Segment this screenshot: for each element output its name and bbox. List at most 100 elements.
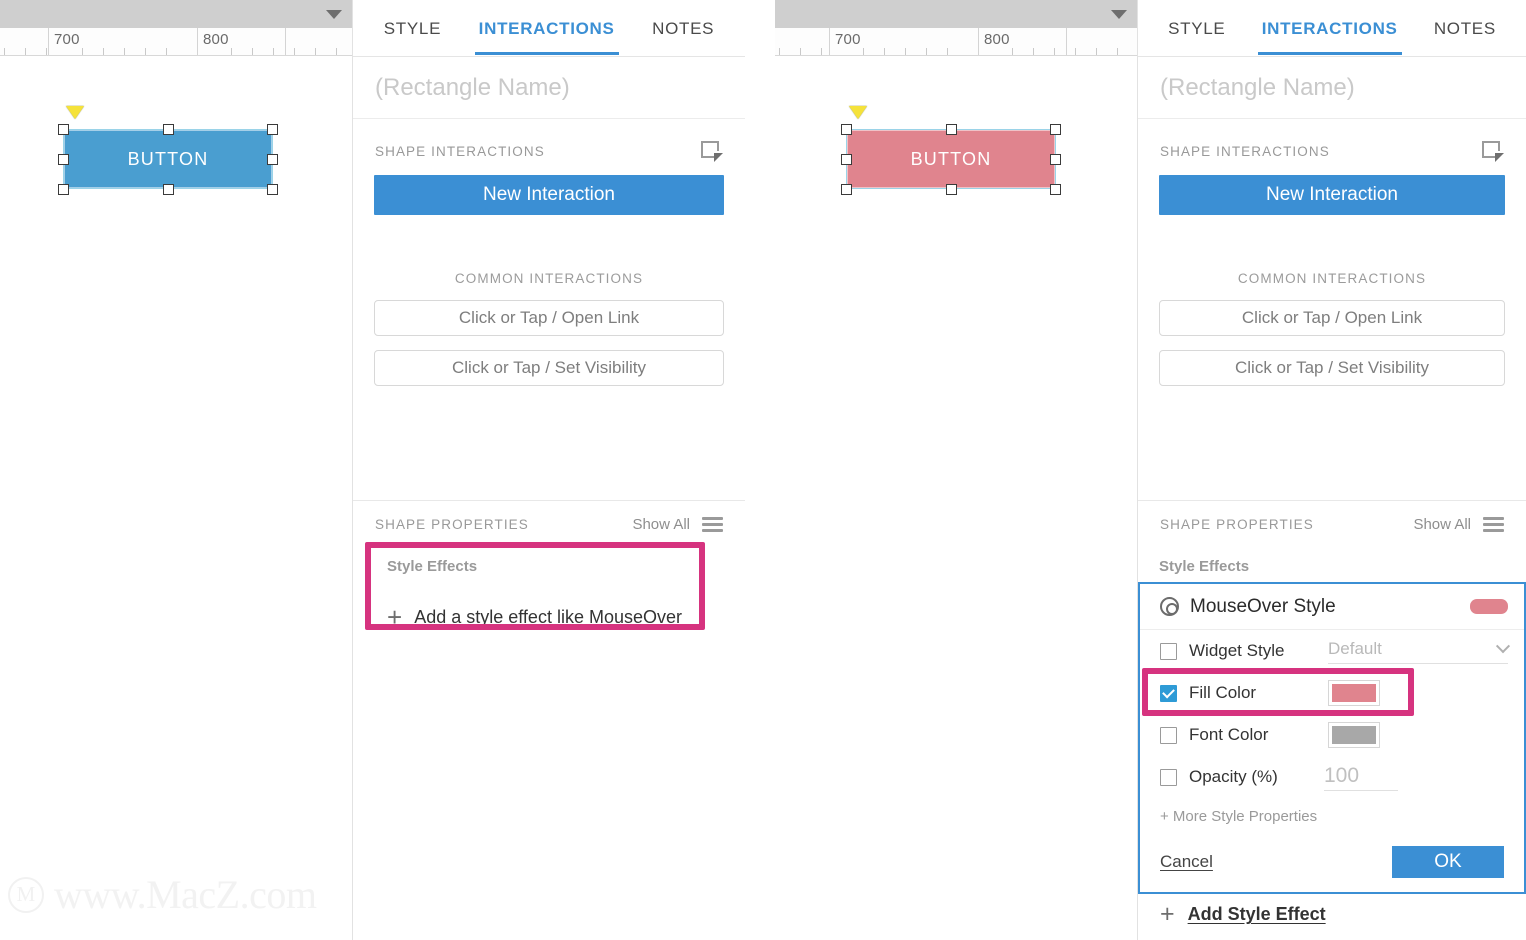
fill-color-swatch[interactable] bbox=[1328, 680, 1380, 706]
watermark-logo-icon: M bbox=[8, 876, 44, 913]
resize-handle-s[interactable] bbox=[946, 184, 957, 195]
common-interaction-open-link[interactable]: Click or Tap / Open Link bbox=[374, 300, 724, 336]
add-style-effect-label: Add Style Effect bbox=[1187, 904, 1326, 924]
resize-handle-w[interactable] bbox=[58, 154, 69, 165]
tab-interactions[interactable]: INTERACTIONS bbox=[1257, 3, 1402, 55]
ok-button[interactable]: OK bbox=[1392, 846, 1504, 878]
shape-name-placeholder: (Rectangle Name) bbox=[1160, 73, 1355, 101]
plus-icon: + bbox=[387, 602, 403, 632]
resize-handle-w[interactable] bbox=[841, 154, 852, 165]
style-effects-label: Style Effects bbox=[387, 558, 478, 575]
target-icon bbox=[1160, 597, 1179, 616]
selected-shape-left[interactable]: BUTTON bbox=[58, 106, 278, 195]
canvas-mouseover-state: 700 800 BUTTON bbox=[775, 0, 1137, 940]
tab-style[interactable]: STYLE bbox=[380, 3, 445, 54]
tab-interactions[interactable]: INTERACTIONS bbox=[474, 3, 619, 55]
chevron-down-icon[interactable] bbox=[326, 10, 342, 19]
opacity-input[interactable]: 100 bbox=[1324, 764, 1398, 791]
mouseover-style-dialog: MouseOver Style Widget Style Default Fil… bbox=[1138, 582, 1526, 894]
shape-interactions-header-left: SHAPE INTERACTIONS bbox=[353, 119, 745, 162]
common-interaction-set-visibility[interactable]: Click or Tap / Set Visibility bbox=[1159, 350, 1505, 386]
shape-properties-header-left: SHAPE PROPERTIES Show All bbox=[353, 500, 745, 533]
resize-handle-s[interactable] bbox=[163, 184, 174, 195]
widget-style-dropdown[interactable]: Default bbox=[1328, 638, 1511, 664]
row-font-color: Font Color bbox=[1140, 714, 1524, 756]
resize-handle-sw[interactable] bbox=[841, 184, 852, 195]
add-style-effect-link-label: Add a style effect like MouseOver bbox=[414, 606, 682, 627]
row-opacity: Opacity (%) 100 bbox=[1140, 756, 1524, 798]
style-effects-label-right: Style Effects bbox=[1159, 558, 1250, 575]
plus-icon: + bbox=[1160, 900, 1175, 928]
shape-name-input-left[interactable]: (Rectangle Name) bbox=[353, 57, 745, 119]
widget-style-checkbox[interactable] bbox=[1160, 642, 1177, 660]
add-style-effect-link-right[interactable]: + Add Style Effect bbox=[1160, 902, 1326, 927]
panel-tabs-left: STYLE INTERACTIONS NOTES bbox=[353, 0, 745, 57]
canvas-titlebar-right bbox=[775, 0, 1137, 28]
resize-handle-nw[interactable] bbox=[841, 124, 852, 135]
shape-properties-title: SHAPE PROPERTIES bbox=[375, 517, 529, 532]
rotation-marker-icon[interactable] bbox=[849, 106, 867, 119]
tab-style[interactable]: STYLE bbox=[1164, 3, 1229, 54]
ruler-label-800: 800 bbox=[984, 31, 1010, 48]
horizontal-ruler-right: 700 800 bbox=[775, 28, 1137, 56]
common-interaction-set-visibility[interactable]: Click or Tap / Set Visibility bbox=[374, 350, 724, 386]
new-interaction-button[interactable]: New Interaction bbox=[1159, 175, 1505, 215]
opacity-checkbox[interactable] bbox=[1160, 768, 1177, 786]
ruler-label-800: 800 bbox=[203, 31, 229, 48]
resize-handle-ne[interactable] bbox=[1050, 124, 1061, 135]
ruler-label-700: 700 bbox=[835, 31, 861, 48]
hamburger-menu-icon[interactable] bbox=[1483, 517, 1504, 532]
resize-handle-sw[interactable] bbox=[58, 184, 69, 195]
button-shape-mouseover[interactable]: BUTTON bbox=[846, 129, 1056, 189]
select-target-icon[interactable] bbox=[1482, 141, 1504, 162]
shape-interactions-title: SHAPE INTERACTIONS bbox=[1160, 143, 1330, 159]
shape-interactions-header-right: SHAPE INTERACTIONS bbox=[1138, 119, 1526, 162]
common-interactions-title: COMMON INTERACTIONS bbox=[1237, 271, 1427, 286]
resize-handle-se[interactable] bbox=[267, 184, 278, 195]
row-fill-color: Fill Color bbox=[1140, 668, 1524, 716]
widget-style-label: Widget Style bbox=[1189, 641, 1285, 660]
canvas-default-state: 700 800 BUTTON M www.MacZ.com bbox=[0, 0, 352, 940]
mouseover-style-header[interactable]: MouseOver Style bbox=[1140, 584, 1524, 630]
common-interactions-title: COMMON INTERACTIONS bbox=[454, 271, 644, 286]
style-effects-block-left: Style Effects + Add a style effect like … bbox=[365, 542, 715, 638]
resize-handle-n[interactable] bbox=[163, 124, 174, 135]
hamburger-menu-icon[interactable] bbox=[702, 517, 723, 532]
new-interaction-button[interactable]: New Interaction bbox=[374, 175, 724, 215]
fill-color-checkbox[interactable] bbox=[1160, 684, 1177, 702]
resize-handle-e[interactable] bbox=[267, 154, 278, 165]
tab-notes[interactable]: NOTES bbox=[648, 3, 718, 54]
mouseover-style-swatch[interactable] bbox=[1470, 599, 1508, 614]
resize-handle-ne[interactable] bbox=[267, 124, 278, 135]
font-color-swatch[interactable] bbox=[1328, 722, 1380, 748]
add-style-effect-link-left[interactable]: + Add a style effect like MouseOver bbox=[387, 604, 682, 630]
mouseover-dialog-footer: Cancel OK bbox=[1140, 846, 1524, 878]
resize-handle-se[interactable] bbox=[1050, 184, 1061, 195]
chevron-down-icon[interactable] bbox=[1111, 10, 1127, 19]
opacity-label: Opacity (%) bbox=[1189, 767, 1278, 786]
resize-handle-nw[interactable] bbox=[58, 124, 69, 135]
font-color-label: Font Color bbox=[1189, 725, 1269, 744]
show-all-link[interactable]: Show All bbox=[1413, 516, 1471, 533]
resize-handle-n[interactable] bbox=[946, 124, 957, 135]
tab-notes[interactable]: NOTES bbox=[1430, 3, 1500, 54]
font-color-checkbox[interactable] bbox=[1160, 726, 1177, 744]
mouseover-style-title: MouseOver Style bbox=[1190, 595, 1336, 617]
selected-shape-right[interactable]: BUTTON bbox=[841, 106, 1061, 195]
shape-interactions-title: SHAPE INTERACTIONS bbox=[375, 143, 545, 159]
button-shape-label: BUTTON bbox=[127, 148, 209, 169]
button-shape-label: BUTTON bbox=[910, 148, 992, 169]
show-all-link[interactable]: Show All bbox=[632, 516, 690, 533]
common-interaction-open-link[interactable]: Click or Tap / Open Link bbox=[1159, 300, 1505, 336]
resize-handle-e[interactable] bbox=[1050, 154, 1061, 165]
watermark-text: www.MacZ.com bbox=[54, 872, 317, 917]
shape-properties-title: SHAPE PROPERTIES bbox=[1160, 517, 1314, 532]
rotation-marker-icon[interactable] bbox=[66, 106, 84, 119]
cancel-button[interactable]: Cancel bbox=[1160, 852, 1213, 872]
select-target-icon[interactable] bbox=[701, 141, 723, 162]
horizontal-ruler-left: 700 800 bbox=[0, 28, 352, 56]
more-style-properties-link[interactable]: + More Style Properties bbox=[1140, 798, 1524, 825]
shape-name-input-right[interactable]: (Rectangle Name) bbox=[1138, 57, 1526, 119]
button-shape-default[interactable]: BUTTON bbox=[63, 129, 273, 189]
chevron-down-icon bbox=[1495, 638, 1511, 653]
